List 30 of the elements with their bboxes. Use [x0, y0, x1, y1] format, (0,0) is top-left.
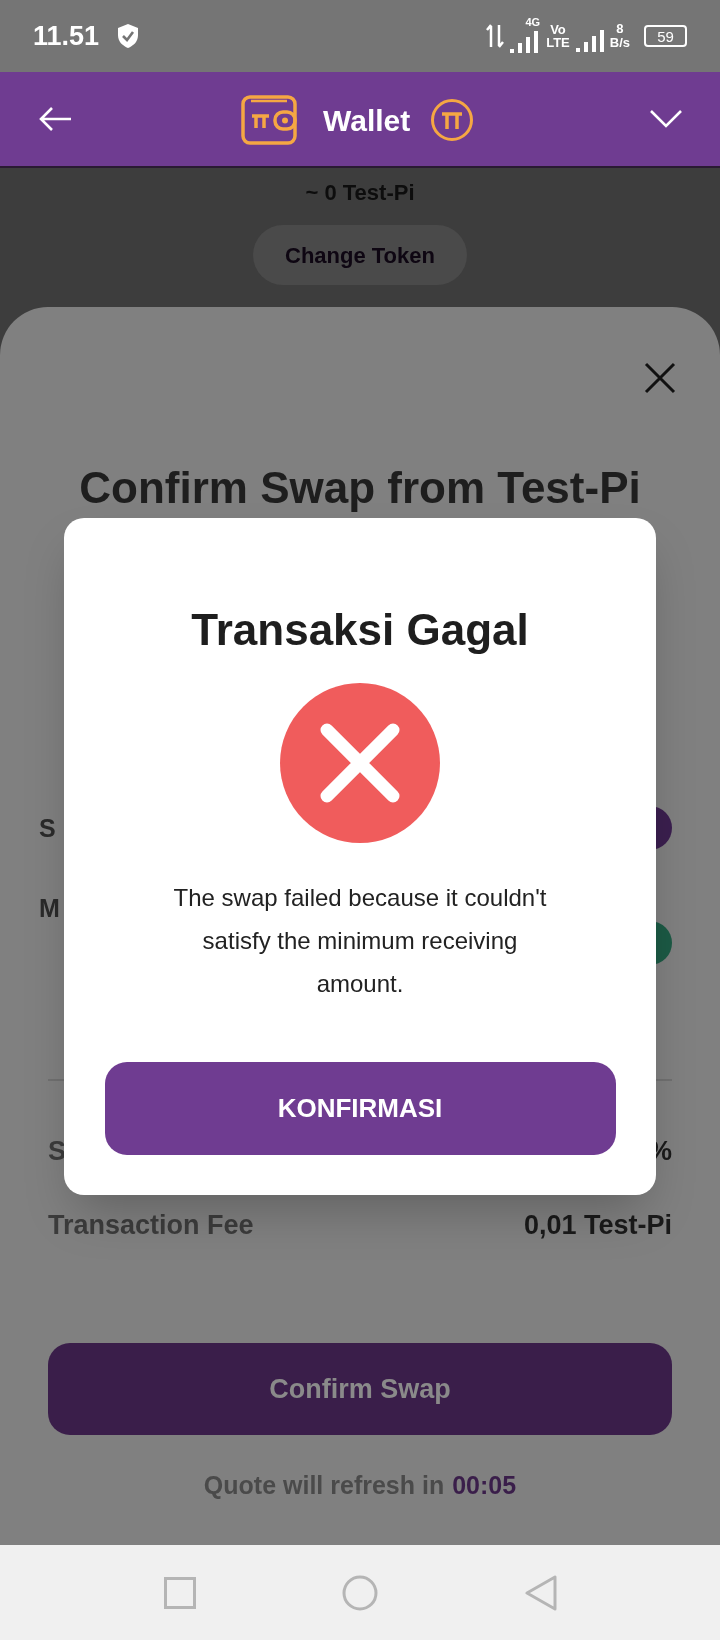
network-type-label: 4G [525, 17, 541, 28]
back-arrow-icon[interactable] [38, 106, 72, 132]
clock-time: 11.51 [33, 19, 100, 53]
confirm-swap-button[interactable]: Confirm Swap [48, 1343, 672, 1435]
change-token-button[interactable]: Change Token [253, 225, 467, 285]
speed-unit: B/s [609, 36, 630, 50]
dialog-title: Transaksi Gagal [191, 604, 529, 656]
error-icon [280, 683, 440, 843]
confirm-button[interactable]: KONFIRMASI [104, 1062, 616, 1155]
signal-icon [575, 30, 604, 52]
sheet-title: Confirm Swap from Test-Pi [78, 462, 642, 514]
row-label: S [48, 1134, 66, 1168]
close-icon[interactable] [644, 362, 676, 394]
chevron-down-icon[interactable] [650, 110, 682, 128]
volte-label: Vo [550, 23, 566, 36]
pi-coin-icon [430, 98, 475, 142]
row-label: M [39, 893, 60, 924]
signal-icon [510, 31, 541, 53]
row-label: S [39, 813, 56, 844]
row-value: 0,01 Test-Pi [523, 1208, 672, 1242]
row-label: Transaction Fee [48, 1208, 254, 1242]
volte-label: LTE [546, 36, 570, 49]
header-title: Wallet [323, 102, 411, 139]
dialog-message: The swap failed because it couldn't satisfy the minimum receiving amount. [172, 883, 548, 999]
shield-icon [116, 23, 141, 49]
wallet-icon [241, 95, 297, 145]
battery-icon: 59 [644, 25, 687, 47]
speed-value: 8 [616, 22, 624, 36]
data-arrows-icon [485, 23, 506, 49]
refresh-timer: 00:05 [452, 1470, 517, 1501]
